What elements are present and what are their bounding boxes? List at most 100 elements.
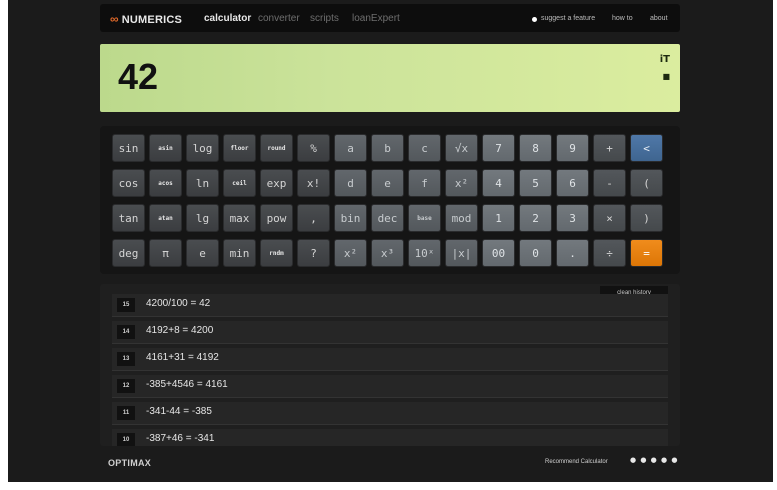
key-0-14[interactable]: < — [630, 134, 663, 162]
key-0-12[interactable]: 9 — [556, 134, 589, 162]
history-expression: -385+4546 = 4161 — [146, 379, 228, 390]
key-0-0[interactable]: sin — [112, 134, 145, 162]
key-1-5[interactable]: x! — [297, 169, 330, 197]
suggest-dot-icon — [532, 17, 537, 22]
history-expression: -341-44 = -385 — [146, 406, 212, 417]
key-1-6[interactable]: d — [334, 169, 367, 197]
key-2-8[interactable]: base — [408, 204, 441, 232]
history-index: 10 — [117, 433, 135, 446]
key-0-10[interactable]: 7 — [482, 134, 515, 162]
history-row[interactable]: 14 4192+8 = 4200 — [112, 321, 668, 344]
key-0-9[interactable]: √x — [445, 134, 478, 162]
history-row[interactable]: 12 -385+4546 = 4161 — [112, 375, 668, 398]
history-index: 15 — [117, 298, 135, 312]
key-3-3[interactable]: min — [223, 239, 256, 267]
key-3-6[interactable]: x² — [334, 239, 367, 267]
infinity-icon: ∞ — [110, 12, 119, 26]
key-0-4[interactable]: round — [260, 134, 293, 162]
tab-calculator[interactable]: calculator — [204, 13, 251, 24]
key-0-2[interactable]: log — [186, 134, 219, 162]
top-nav: ∞ NUMERICS calculator converter scripts l… — [100, 4, 680, 32]
key-2-4[interactable]: pow — [260, 204, 293, 232]
key-2-1[interactable]: atan — [149, 204, 182, 232]
key-2-0[interactable]: tan — [112, 204, 145, 232]
display-indicator-top: iT — [659, 54, 670, 65]
history-expression: 4161+31 = 4192 — [146, 352, 219, 363]
keypad: sin asin log floor round% a b c √x 7 8 9 + < cos acos ln… — [100, 126, 680, 274]
key-2-9[interactable]: mod — [445, 204, 478, 232]
key-2-3[interactable]: max — [223, 204, 256, 232]
key-0-3[interactable]: floor — [223, 134, 256, 162]
key-0-6[interactable]: a — [334, 134, 367, 162]
key-3-13[interactable]: ÷ — [593, 239, 626, 267]
key-2-14[interactable]: ) — [630, 204, 663, 232]
key-0-5[interactable]: % — [297, 134, 330, 162]
history-row[interactable]: 10 -387+46 = -341 — [112, 429, 668, 446]
history-expression: 4200/100 = 42 — [146, 298, 211, 309]
key-3-9[interactable]: |x| — [445, 239, 478, 267]
history-index: 12 — [117, 379, 135, 393]
key-2-6[interactable]: bin — [334, 204, 367, 232]
how-to-link[interactable]: how to — [612, 15, 633, 22]
key-2-2[interactable]: lg — [186, 204, 219, 232]
key-2-5[interactable]: , — [297, 204, 330, 232]
key-1-14[interactable]: ( — [630, 169, 663, 197]
history-index: 14 — [117, 325, 135, 339]
history-expression: -387+46 = -341 — [146, 433, 215, 444]
key-1-7[interactable]: e — [371, 169, 404, 197]
key-0-8[interactable]: c — [408, 134, 441, 162]
history-row[interactable]: 11 -341-44 = -385 — [112, 402, 668, 425]
logo[interactable]: ∞ NUMERICS — [110, 12, 182, 26]
key-1-4[interactable]: exp — [260, 169, 293, 197]
key-0-7[interactable]: b — [371, 134, 404, 162]
logo-text: NUMERICS — [121, 14, 183, 26]
footer-brand-logo[interactable]: OPTIMAX — [108, 458, 151, 468]
history-index: 11 — [117, 406, 135, 420]
recommend-label: Recommend Calculator — [545, 459, 608, 465]
display-indicator-bottom: ■ — [662, 72, 670, 81]
key-3-4[interactable]: rndm — [260, 239, 293, 267]
key-2-12[interactable]: 3 — [556, 204, 589, 232]
key-3-7[interactable]: x³ — [371, 239, 404, 267]
key-0-1[interactable]: asin — [149, 134, 182, 162]
key-3-14[interactable]: = — [630, 239, 663, 267]
key-2-10[interactable]: 1 — [482, 204, 515, 232]
key-1-11[interactable]: 5 — [519, 169, 552, 197]
calculator-app: ∞ NUMERICS calculator converter scripts l… — [8, 0, 773, 482]
suggest-feature-link[interactable]: suggest a feature — [541, 15, 595, 22]
tab-loanexpert[interactable]: loanExpert — [352, 13, 400, 24]
tab-converter[interactable]: converter — [258, 13, 300, 24]
history-row[interactable]: 13 4161+31 = 4192 — [112, 348, 668, 371]
key-0-11[interactable]: 8 — [519, 134, 552, 162]
tab-scripts[interactable]: scripts — [310, 13, 339, 24]
recommend-stars[interactable]: ● ● ● ● ● — [630, 456, 678, 464]
key-1-13[interactable]: - — [593, 169, 626, 197]
key-3-5[interactable]: ? — [297, 239, 330, 267]
key-1-2[interactable]: ln — [186, 169, 219, 197]
key-3-10[interactable]: 00 — [482, 239, 515, 267]
history-expression: 4192+8 = 4200 — [146, 325, 214, 336]
key-1-3[interactable]: ceil — [223, 169, 256, 197]
key-3-0[interactable]: deg — [112, 239, 145, 267]
key-3-12[interactable]: . — [556, 239, 589, 267]
calculator-display: 42 iT ■ — [100, 44, 680, 112]
key-3-1[interactable]: π — [149, 239, 182, 267]
history-panel: clean history 15 4200/100 = 42 14 4192+8 = … — [100, 284, 680, 446]
history-index: 13 — [117, 352, 135, 366]
display-value: 42 — [118, 56, 159, 97]
key-1-1[interactable]: acos — [149, 169, 182, 197]
key-2-13[interactable]: × — [593, 204, 626, 232]
about-link[interactable]: about — [650, 15, 668, 22]
key-1-9[interactable]: x² — [445, 169, 478, 197]
key-3-8[interactable]: 10ˣ — [408, 239, 441, 267]
key-2-11[interactable]: 2 — [519, 204, 552, 232]
key-3-2[interactable]: e — [186, 239, 219, 267]
key-2-7[interactable]: dec — [371, 204, 404, 232]
key-1-8[interactable]: f — [408, 169, 441, 197]
key-1-10[interactable]: 4 — [482, 169, 515, 197]
history-row[interactable]: 15 4200/100 = 42 — [112, 294, 668, 317]
key-1-12[interactable]: 6 — [556, 169, 589, 197]
key-0-13[interactable]: + — [593, 134, 626, 162]
key-1-0[interactable]: cos — [112, 169, 145, 197]
key-3-11[interactable]: 0 — [519, 239, 552, 267]
